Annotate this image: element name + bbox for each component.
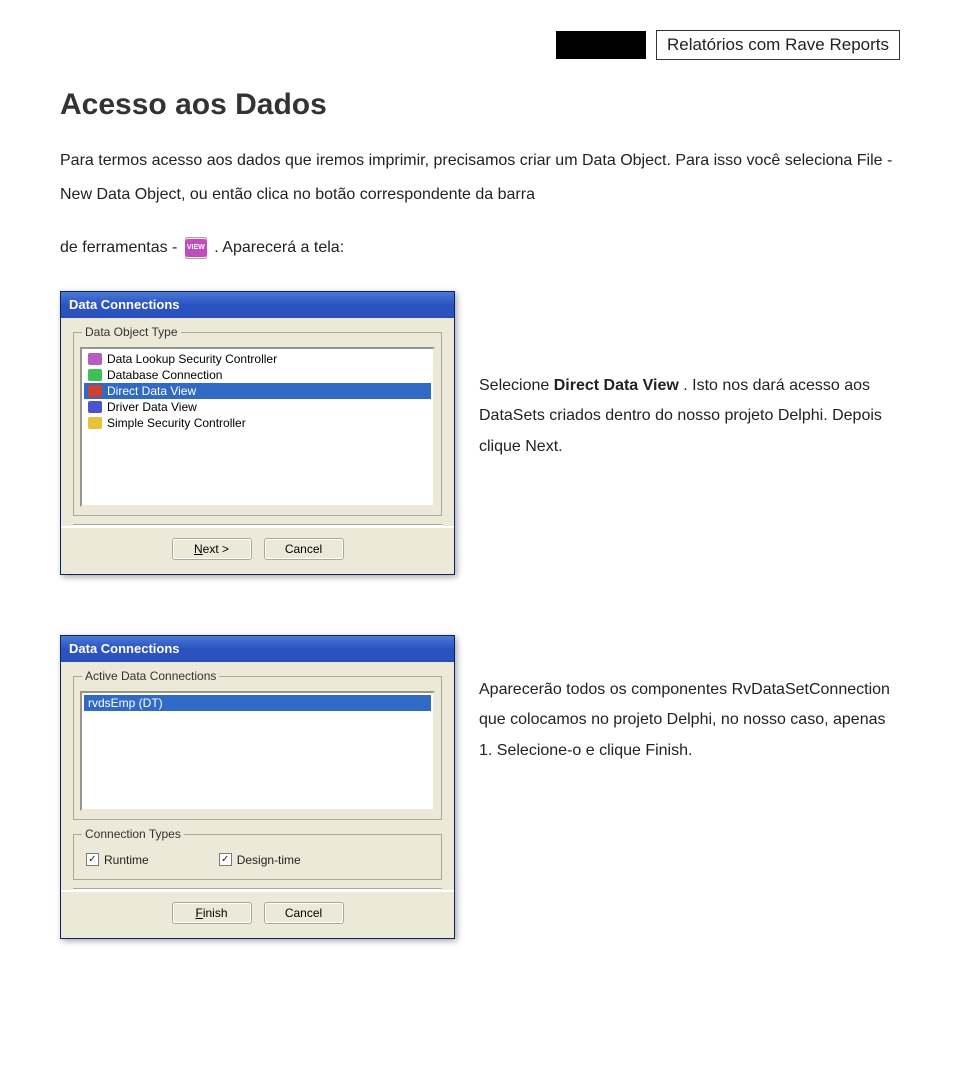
- intro-paragraph-2: de ferramentas - VIEW . Aparecerá a tela…: [60, 231, 900, 265]
- section-title: Acesso aos Dados: [60, 88, 900, 122]
- toolbar-view-icon: VIEW: [185, 237, 207, 259]
- list-item[interactable]: Data Lookup Security Controller: [84, 351, 431, 367]
- lock-icon: [88, 353, 102, 365]
- active-data-connections-list[interactable]: rvdsEmp (DT): [80, 691, 435, 811]
- finish-button[interactable]: Finish: [172, 902, 252, 924]
- cancel-button[interactable]: Cancel: [264, 902, 344, 924]
- cancel-button[interactable]: Cancel: [264, 538, 344, 560]
- list-item-label: Data Lookup Security Controller: [107, 352, 277, 366]
- header-black-box: [556, 31, 646, 59]
- dialog2-titlebar: Data Connections: [61, 636, 454, 662]
- header-title: Relatórios com Rave Reports: [656, 30, 900, 60]
- dialog2-button-row: Finish Cancel: [61, 890, 454, 938]
- dialog1-titlebar: Data Connections: [61, 292, 454, 318]
- checkbox-icon: ✓: [86, 853, 99, 866]
- connection-types-label: Connection Types: [82, 827, 184, 841]
- aside-1: Selecione Direct Data View . Isto nos da…: [479, 371, 900, 462]
- dialog1-group-label: Data Object Type: [82, 325, 181, 339]
- intro-paragraph-1: Para termos acesso aos dados que iremos …: [60, 144, 900, 211]
- list-item[interactable]: Simple Security Controller: [84, 415, 431, 431]
- intro2-suffix: . Aparecerá a tela:: [214, 239, 344, 256]
- list-item-label: Driver Data View: [107, 400, 197, 414]
- list-item-label: Database Connection: [107, 368, 222, 382]
- dialog2-group-label: Active Data Connections: [82, 669, 219, 683]
- dialog-data-connections-1: Data Connections Data Object Type Data L…: [60, 291, 455, 575]
- dialog2-row: Data Connections Active Data Connections…: [60, 635, 900, 939]
- page-header: Relatórios com Rave Reports: [60, 30, 900, 60]
- next-button[interactable]: Next >: [172, 538, 252, 560]
- connection-types-row: ✓ Runtime ✓ Design-time: [82, 845, 433, 871]
- designtime-checkbox[interactable]: ✓ Design-time: [219, 853, 301, 867]
- aside1-prefix: Selecione: [479, 377, 554, 394]
- connection-types-group: Connection Types ✓ Runtime ✓ Design-time: [73, 834, 442, 880]
- page-root: Relatórios com Rave Reports Acesso aos D…: [0, 0, 960, 969]
- dialog-data-connections-2: Data Connections Active Data Connections…: [60, 635, 455, 939]
- lock-icon: [88, 417, 102, 429]
- list-item[interactable]: Driver Data View: [84, 399, 431, 415]
- list-item[interactable]: rvdsEmp (DT): [84, 695, 431, 711]
- list-item[interactable]: Database Connection: [84, 367, 431, 383]
- list-item[interactable]: Direct Data View: [84, 383, 431, 399]
- aside1-bold: Direct Data View: [554, 377, 679, 394]
- runtime-checkbox[interactable]: ✓ Runtime: [86, 853, 149, 867]
- checkbox-icon: ✓: [219, 853, 232, 866]
- list-item-label: Simple Security Controller: [107, 416, 246, 430]
- list-item-label: rvdsEmp (DT): [88, 696, 163, 710]
- dialog1-button-row: Next > Cancel: [61, 526, 454, 574]
- intro2-prefix: de ferramentas -: [60, 239, 182, 256]
- direct-data-view-icon: [88, 385, 102, 397]
- dialog1-row: Data Connections Data Object Type Data L…: [60, 291, 900, 575]
- toolbar-view-icon-label: VIEW: [185, 239, 207, 258]
- aside-2: Aparecerão todos os componentes RvDataSe…: [479, 675, 900, 766]
- dialog2-groupbox: Active Data Connections rvdsEmp (DT): [73, 676, 442, 820]
- database-icon: [88, 369, 102, 381]
- driver-data-view-icon: [88, 401, 102, 413]
- list-item-label: Direct Data View: [107, 384, 196, 398]
- data-object-type-list[interactable]: Data Lookup Security Controller Database…: [80, 347, 435, 507]
- dialog1-groupbox: Data Object Type Data Lookup Security Co…: [73, 332, 442, 516]
